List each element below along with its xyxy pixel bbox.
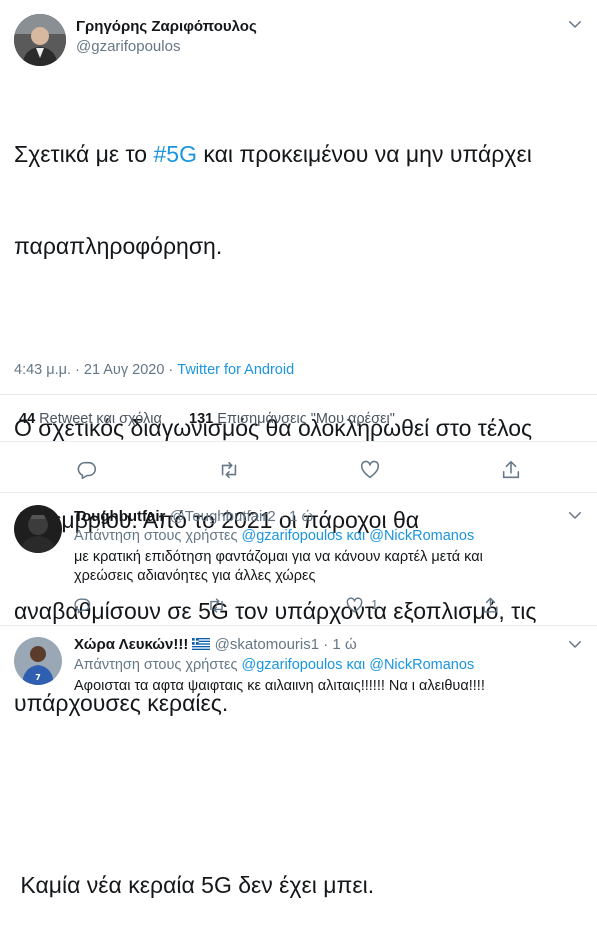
divider [0, 625, 597, 626]
author-avatar-image [14, 14, 66, 66]
reply-author-name[interactable]: Toughbutfair [74, 508, 165, 525]
reply-text-line: χρεώσεις αδιανόητες για άλλες χώρες [74, 568, 316, 584]
reply-to-line: Απάντηση στους χρήστες @gzarifopoulos κα… [74, 528, 474, 544]
greek-flag-icon [192, 637, 211, 654]
retweets-count: 44 [19, 411, 36, 427]
like-count: 1 [371, 597, 379, 612]
reply-text: με κρατική επιδότηση φαντάζομαι για να κ… [74, 548, 584, 586]
chevron-down-icon[interactable] [566, 15, 584, 33]
reply-text-line: Αφοισται τα αφτα ψαιφταις κε αιλαιινη αλ… [74, 678, 485, 694]
share-icon[interactable] [500, 459, 522, 481]
reply-icon[interactable] [73, 596, 92, 615]
retweets-stat[interactable]: 44 Retweet και σχόλια [19, 411, 162, 427]
retweets-label: Retweet και σχόλια [39, 411, 162, 427]
reply-author-handle[interactable]: @Toughbutfair2 [170, 508, 276, 525]
reply-age[interactable]: · 1 ώ [323, 636, 356, 653]
share-icon[interactable] [481, 596, 500, 615]
retweet-icon[interactable] [206, 596, 227, 615]
tweet-stats: 44 Retweet και σχόλια [19, 411, 162, 427]
author-handle[interactable]: @gzarifopoulos [76, 38, 180, 55]
reply-avatar-image [14, 505, 62, 553]
tweet-timestamp-row: 4:43 μ.μ. · 21 Αυγ 2020 · Twitter for An… [14, 362, 294, 378]
author-avatar[interactable] [14, 14, 66, 66]
tweet-line-2: παραπληροφόρηση. [14, 232, 223, 259]
divider [0, 394, 597, 395]
likes-count: 131 [189, 411, 214, 427]
reply-to-users-link[interactable]: @gzarifopoulos και @NickRomanos [242, 657, 475, 673]
tweet-line-5: αναβαθμίσουν σε 5G τον υπάρχοντα εξοπλισ… [14, 598, 537, 624]
reply-to-prefix: Απάντηση στους χρήστες [74, 528, 242, 544]
reply-text-line: με κρατική επιδότηση φαντάζομαι για να κ… [74, 549, 483, 565]
like-icon[interactable] [359, 459, 381, 481]
likes-label: Επισημάνσεις "Μου αρέσει" [217, 411, 395, 427]
tweet-line-1: Σχετικά με το #5G και προκειμένου να μην… [14, 139, 589, 170]
reply-age[interactable]: · 1 ώ [280, 508, 313, 525]
likes-stat[interactable]: 131 Επισημάνσεις "Μου αρέσει" [189, 411, 395, 427]
author-name[interactable]: Γρηγόρης Ζαριφόπουλος [76, 18, 257, 35]
tweet-timestamp[interactable]: 4:43 μ.μ. · 21 Αυγ 2020 · [14, 362, 177, 378]
reply-author-handle[interactable]: @skatomouris1 [215, 636, 319, 653]
reply-header: Χώρα Λευκών!!! @skatomouris1 · 1 ώ [74, 636, 357, 654]
chevron-down-icon[interactable] [566, 635, 584, 653]
reply-to-users-link[interactable]: @gzarifopoulos και @NickRomanos [242, 528, 475, 544]
tweet-text: Σχετικά με το #5G και προκειμένου να μην… [14, 78, 589, 931]
hashtag-link[interactable]: #5G [153, 141, 196, 167]
retweet-icon[interactable] [217, 459, 241, 481]
like-icon[interactable] [345, 596, 364, 615]
svg-text:7: 7 [35, 673, 41, 682]
reply-author-name[interactable]: Χώρα Λευκών!!! [74, 636, 188, 653]
chevron-down-icon[interactable] [566, 506, 584, 524]
tweet-text-segment: Σχετικά με το [14, 141, 154, 167]
reply-to-prefix: Απάντηση στους χρήστες [74, 657, 242, 673]
reply-to-line: Απάντηση στους χρήστες @gzarifopoulos κα… [74, 657, 474, 673]
tweet-line-7: Καμία νέα κεραία 5G δεν έχει μπει. [14, 872, 375, 898]
reply-text: Αφοισται τα αφτα ψαιφταις κε αιλαιινη αλ… [74, 677, 589, 696]
tweet-source-link[interactable]: Twitter for Android [177, 362, 294, 378]
reply-icon[interactable] [76, 459, 98, 481]
tweet-text-segment: και προκειμένου να μην υπάρχει [196, 141, 532, 167]
divider [0, 492, 597, 493]
reply-header: Toughbutfair @Toughbutfair2 · 1 ώ [74, 508, 313, 525]
reply-avatar-image: 7 [14, 637, 62, 685]
reply-avatar[interactable] [14, 505, 62, 553]
reply-avatar[interactable]: 7 [14, 637, 62, 685]
divider [0, 441, 597, 442]
